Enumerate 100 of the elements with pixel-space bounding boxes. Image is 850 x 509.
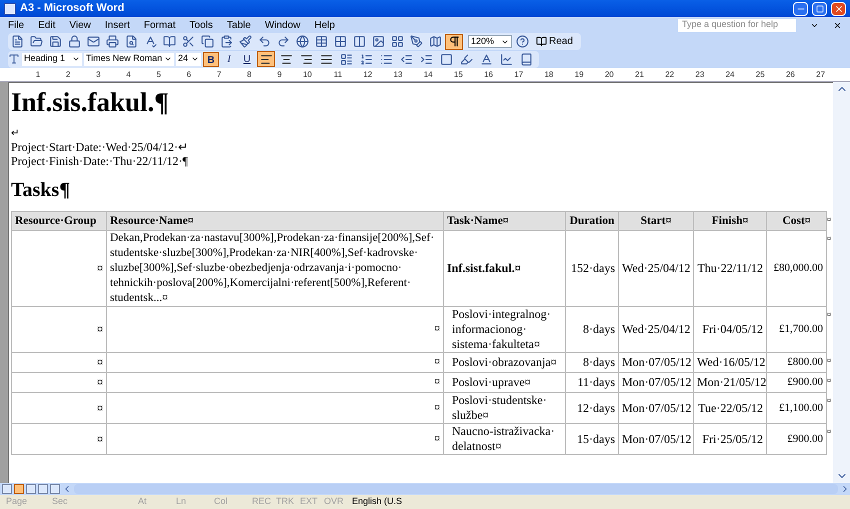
caret-icon [164,55,172,63]
table-cell: ¤ [12,230,106,306]
table-cell: ¤ [12,424,106,454]
table-cell: Poslovi·obrazovanja¤ [444,352,566,372]
menu-item[interactable]: Insert [104,18,130,32]
view-mode-icon[interactable] [14,484,24,494]
vertical-scrollbar[interactable] [833,82,850,483]
table-cell: £900.00 [766,372,826,392]
ruler-number: 18 [543,68,554,80]
table-cell: Wed·16/05/12 [694,352,766,372]
table-cell: Poslovi·studentske·službe¤ [444,392,566,424]
view-mode-icon[interactable] [38,484,48,494]
view-mode-icon[interactable] [2,484,12,494]
table-cell: Mon·07/05/12 [618,372,694,392]
menu-item[interactable]: Help [314,18,335,32]
column-header: Start¤ [618,212,694,230]
table-cell: Wed·25/04/12 [618,306,694,352]
menu-item[interactable]: Tools [190,18,213,32]
italic-button[interactable]: I [221,52,237,66]
bold-button[interactable]: B [203,52,219,66]
table-cell: ¤ [12,352,106,372]
pilcrow-icon[interactable] [445,34,463,50]
table-cell: 8·days [566,306,618,352]
close-button[interactable] [831,2,846,16]
column-header: Cost¤ [766,212,826,230]
ruler-number: 27 [815,68,826,80]
table-cell: Dekan,Prodekan·za·nastavu[300%],Prodekan·za·finansije[200%],Sef·studentske·sluzbe[300%],Prodekan·za·NIR[400%],Sef·kadrovske·sluzbe[300%],Sef·sluzbe·obezbedjenja·odrzavanja·i·pomocno·tehnickih·poslova[200%],Komercijalni·referent[500%],Referent·studentsk...¤ [106,230,444,306]
table-cell: ¤ [12,392,106,424]
help-search-field[interactable]: Type a question for help [678,18,796,32]
align-left-icon[interactable] [257,51,275,67]
table-cell: £900.00 [766,424,826,454]
ruler-number: 3 [95,68,101,80]
menu-item[interactable]: Edit [38,18,56,32]
row-end-mark: ¤ [826,392,833,424]
zoom-dropdown[interactable]: 120% [468,35,512,48]
ruler-number: 16 [483,68,493,80]
menu-item[interactable]: File [8,18,24,32]
table-cell: £800.00 [766,352,826,372]
close-icon [834,4,844,14]
status-text: REC [252,495,272,508]
menu-item[interactable]: View [69,18,91,32]
ruler-number: 23 [694,68,704,80]
column-header: Finish¤ [694,212,766,230]
font-size-dropdown[interactable]: 24 [176,52,201,66]
menu-item[interactable]: Table [226,18,251,32]
view-mode-icon[interactable] [26,484,36,494]
table-cell: £1,100.00 [766,392,826,424]
font-dropdown[interactable]: Times New Roman [84,52,174,66]
table-cell: 11·days [566,372,618,392]
table-cell: ¤ [106,424,444,454]
document-title: Inf.sis.fakul.¶ [11,86,170,118]
ruler-number: 9 [276,68,282,80]
table-cell: ¤ [106,352,444,372]
caret-icon [191,55,199,63]
ruler-number: 2 [64,68,70,80]
styles-icon[interactable] [8,53,20,65]
table-cell: Poslovi·uprave¤ [444,372,566,392]
row-end-mark: ¤ [826,230,833,306]
ruler-number: 20 [604,68,614,80]
table-cell: Mon·07/05/12 [618,352,694,372]
ruler-number: 13 [392,68,402,80]
column-header: Resource·Group [12,212,106,230]
table-cell: ¤ [12,306,106,352]
table-cell: Thu·22/11/12 [694,230,766,306]
ruler-number: 5 [155,68,161,80]
ruler-number: 19 [574,68,584,80]
style-dropdown[interactable]: Heading 1 [22,52,82,66]
view-mode-icon[interactable] [50,484,60,494]
ruler-number: 15 [452,68,463,80]
ruler-number: 17 [513,68,524,80]
underline-button[interactable]: U [239,52,255,66]
column-header: Duration [566,212,618,230]
close-icon[interactable] [833,20,842,30]
row-end-mark: ¤ [826,352,833,372]
table-cell: 8·days [566,352,618,372]
ruler-number: 10 [302,68,312,80]
horizontal-scrollbar[interactable] [74,484,838,494]
table-cell: 12·days [566,392,618,424]
table-cell: 15·days [566,424,618,454]
project-date-line: Project·Finish·Date:·Thu·22/11/12·¶ [11,154,188,168]
status-text: OVR [324,495,345,508]
menu-item[interactable]: Format [144,18,176,32]
table-cell: Wed·25/04/12 [618,230,694,306]
row-end-mark: ¤ [826,372,833,392]
row-end-mark: ¤ [826,424,833,454]
status-text: Page [6,495,28,508]
read-button[interactable]: Read [532,34,577,49]
caret-icon [72,55,80,63]
table-cell: Mon·21/05/12 [694,372,766,392]
restore-button[interactable] [812,2,827,16]
line-break-mark: ↵ [11,128,19,140]
table-cell: ¤ [106,372,444,392]
status-text: Ln [176,495,188,508]
ruler-number: 6 [186,68,192,80]
table-cell: 152·days [566,230,618,306]
minimize-button[interactable] [793,2,808,16]
menu-item[interactable]: Window [264,18,300,32]
table-cell: Fri·04/05/12 [694,306,766,352]
window-title: A3 - Microsoft Word [20,1,126,16]
table-cell: £80,000.00 [766,230,826,306]
